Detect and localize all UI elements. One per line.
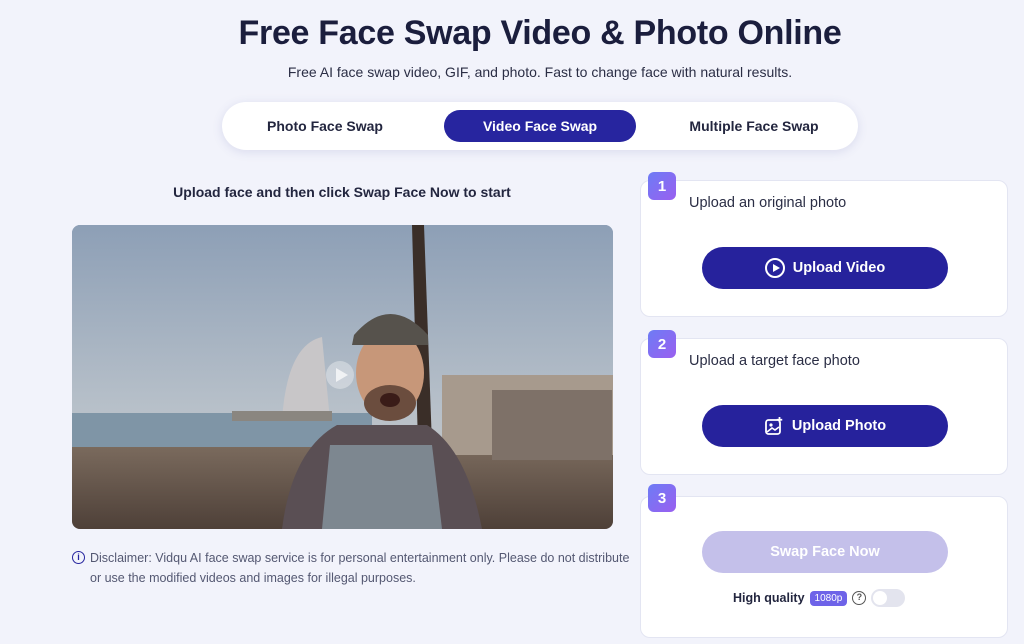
tab-video-face-swap[interactable]: Video Face Swap [444, 110, 636, 142]
sample-video-preview[interactable] [72, 225, 613, 529]
step-2-badge: 2 [648, 330, 676, 358]
info-icon: i [72, 551, 85, 564]
upload-video-button[interactable]: Upload Video [702, 247, 948, 289]
upload-hint: Upload face and then click Swap Face Now… [173, 184, 511, 200]
high-quality-label: High quality [733, 591, 805, 605]
help-icon[interactable]: ? [852, 591, 867, 605]
tab-photo-face-swap[interactable]: Photo Face Swap [240, 110, 410, 142]
page: Free Face Swap Video & Photo Online Free… [0, 0, 1024, 644]
page-subtitle: Free AI face swap video, GIF, and photo.… [287, 64, 793, 80]
step-2-label: Upload a target face photo [689, 353, 860, 369]
step-3-card: Swap Face Now High quality 1080p ? [640, 496, 1008, 638]
upload-video-label: Upload Video [792, 260, 886, 276]
mode-tabs: Photo Face Swap Video Face Swap Multiple… [222, 102, 858, 150]
upload-photo-button[interactable]: Upload Photo [702, 405, 948, 447]
disclaimer: i Disclaimer: Vidqu AI face swap service… [72, 548, 632, 588]
step-1-label: Upload an original photo [689, 195, 847, 211]
step-2-card: Upload a target face photo Upload Photo [640, 338, 1008, 475]
page-title: Free Face Swap Video & Photo Online [238, 14, 842, 52]
image-add-icon [764, 416, 784, 436]
tab-multiple-face-swap[interactable]: Multiple Face Swap [658, 110, 850, 142]
step-3-badge: 3 [648, 484, 676, 512]
resolution-badge: 1080p [809, 590, 848, 606]
play-circle-icon [764, 258, 785, 278]
step-1-badge: 1 [648, 172, 676, 200]
quality-row: High quality 1080p ? [733, 589, 906, 607]
disclaimer-text: Disclaimer: Vidqu AI face swap service i… [90, 551, 630, 585]
upload-photo-label: Upload Photo [791, 418, 887, 434]
high-quality-toggle[interactable] [871, 589, 906, 607]
step-1-card: Upload an original photo Upload Video [640, 180, 1008, 317]
sample-video-image [72, 225, 613, 529]
swap-face-now-button[interactable]: Swap Face Now [702, 531, 948, 573]
